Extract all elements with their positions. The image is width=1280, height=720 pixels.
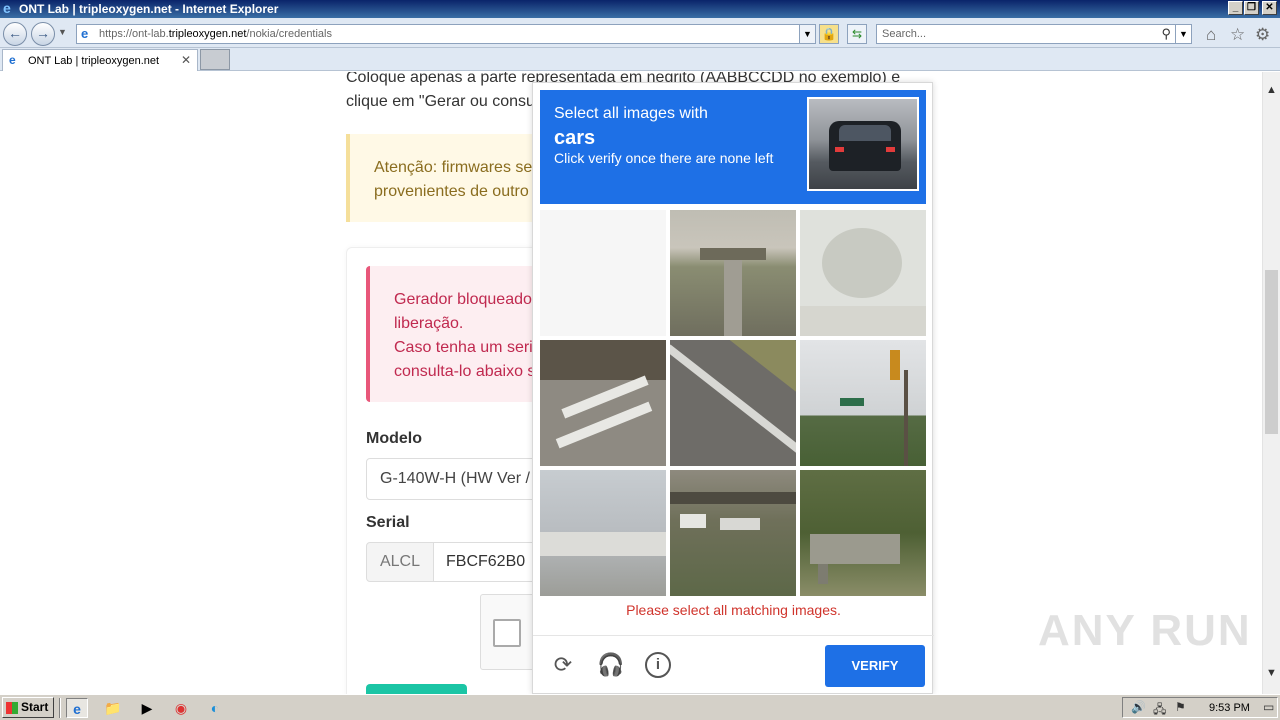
taskbar-media-player-icon[interactable]: ▶ <box>136 698 158 718</box>
forward-button[interactable]: → <box>31 22 55 46</box>
danger-text-3: Caso tenha um seria <box>394 339 542 356</box>
url-text[interactable]: https://ont-lab.tripleoxygen.net/nokia/c… <box>99 28 332 40</box>
page-scrollbar[interactable]: ▲ ▼ <box>1262 72 1280 694</box>
address-dropdown-icon[interactable]: ▼ <box>799 25 815 43</box>
tab-ont-lab[interactable]: e ONT Lab | tripleoxygen.net ✕ <box>2 49 198 71</box>
search-icon[interactable]: ⚲ <box>1161 26 1171 42</box>
danger-text-1: Gerador bloqueado <box>394 291 532 308</box>
lock-icon[interactable]: 🔒 <box>819 24 839 44</box>
challenge-footer: ⟳ 🎧 i VERIFY <box>533 635 934 695</box>
close-window-button[interactable]: ✕ <box>1262 1 1277 15</box>
recent-pages-dropdown-icon[interactable]: ▼ <box>58 27 67 37</box>
serial-prefix: ALCL <box>366 542 434 582</box>
example-car-image <box>807 97 919 191</box>
serial-value: FBCF62B0 <box>446 553 526 570</box>
challenge-target: cars <box>554 127 596 149</box>
close-tab-icon[interactable]: ✕ <box>181 53 191 67</box>
danger-text-4: consulta-lo abaixo s <box>394 363 536 380</box>
warning-text-1: Atenção: firmwares ser <box>374 159 538 176</box>
search-box[interactable]: Search... ⚲ ▼ <box>876 24 1192 44</box>
ie-logo-icon: e <box>3 0 11 16</box>
challenge-header: Select all images with cars Click verify… <box>540 90 926 204</box>
taskbar-explorer-icon[interactable]: 📁 <box>102 698 124 718</box>
tab-label: ONT Lab | tripleoxygen.net <box>28 55 160 67</box>
window-title-bar: e ONT Lab | tripleoxygen.net - Internet … <box>0 0 1280 18</box>
challenge-instruction: Click verify once there are none left <box>554 150 774 166</box>
new-tab-button[interactable] <box>200 49 230 70</box>
submit-button[interactable] <box>366 684 467 694</box>
restore-button[interactable]: ❐ <box>1244 1 1259 15</box>
favorites-star-icon[interactable]: ☆ <box>1230 25 1245 45</box>
search-dropdown-icon[interactable]: ▼ <box>1175 25 1191 43</box>
taskbar: Start e 📁 ▶ ◉ ◐ 🔊 🖧 ⚑ 9:53 PM ▭ <box>0 694 1280 720</box>
image-tile-2[interactable] <box>670 210 796 336</box>
image-tile-3[interactable] <box>800 210 926 336</box>
minimize-button[interactable]: _ <box>1228 1 1243 15</box>
challenge-prompt: Select all images with <box>554 105 708 122</box>
danger-text-2: liberação. <box>394 315 464 332</box>
taskbar-edge-icon[interactable]: ◐ <box>204 698 226 718</box>
window-title: ONT Lab | tripleoxygen.net - Internet Ex… <box>19 2 279 16</box>
home-icon[interactable]: ⌂ <box>1206 25 1216 45</box>
back-button[interactable]: ← <box>3 22 27 46</box>
volume-icon[interactable]: 🔊 <box>1131 700 1146 714</box>
image-tile-5[interactable] <box>670 340 796 466</box>
settings-gear-icon[interactable]: ⚙ <box>1255 25 1270 45</box>
windows-logo-icon <box>6 702 18 714</box>
refresh-page-icon[interactable]: ⇆ <box>847 24 867 44</box>
start-button[interactable]: Start <box>2 697 54 718</box>
image-tile-1[interactable] <box>540 210 666 336</box>
refresh-icon[interactable]: ⟳ <box>550 652 576 678</box>
serial-label: Serial <box>366 514 410 531</box>
anyrun-watermark: ANY RUN <box>1038 606 1252 655</box>
scroll-down-icon[interactable]: ▼ <box>1263 665 1280 682</box>
captcha-widget <box>480 594 536 670</box>
image-tile-4[interactable] <box>540 340 666 466</box>
image-tile-9[interactable] <box>800 470 926 596</box>
image-tile-6[interactable] <box>800 340 926 466</box>
tab-strip: e ONT Lab | tripleoxygen.net ✕ <box>0 48 1280 71</box>
scroll-up-icon[interactable]: ▲ <box>1263 82 1280 99</box>
system-tray: 🔊 🖧 ⚑ 9:53 PM ▭ <box>1122 697 1278 718</box>
headphones-icon[interactable]: 🎧 <box>597 652 624 678</box>
navigation-bar: ← → ▼ e https://ont-lab.tripleoxygen.net… <box>0 18 1280 48</box>
warning-text-2: provenientes de outro <box>374 183 529 200</box>
scroll-thumb[interactable] <box>1265 270 1278 434</box>
model-label: Modelo <box>366 430 422 447</box>
taskbar-chrome-icon[interactable]: ◉ <box>170 698 192 718</box>
captcha-checkbox[interactable] <box>493 619 521 647</box>
address-bar[interactable]: e https://ont-lab.tripleoxygen.net/nokia… <box>76 24 816 44</box>
info-icon[interactable]: i <box>645 652 671 678</box>
verify-button[interactable]: VERIFY <box>825 645 925 687</box>
image-grid <box>540 210 926 596</box>
show-desktop-icon[interactable]: ▭ <box>1263 700 1274 714</box>
clock[interactable]: 9:53 PM <box>1209 702 1250 714</box>
captcha-challenge: Select all images with cars Click verify… <box>532 82 934 695</box>
model-selected-value: G-140W-H (HW Ver / <box>380 470 530 487</box>
search-input[interactable]: Search... <box>882 28 926 40</box>
image-tile-7[interactable] <box>540 470 666 596</box>
network-icon[interactable]: 🖧 <box>1153 700 1166 720</box>
tab-favicon-icon: e <box>9 53 16 67</box>
action-center-flag-icon[interactable]: ⚑ <box>1175 700 1186 714</box>
page-favicon-icon: e <box>81 26 89 41</box>
image-tile-8[interactable] <box>670 470 796 596</box>
challenge-error-message: Please select all matching images. <box>626 602 841 618</box>
taskbar-ie-icon[interactable]: e <box>66 698 88 718</box>
